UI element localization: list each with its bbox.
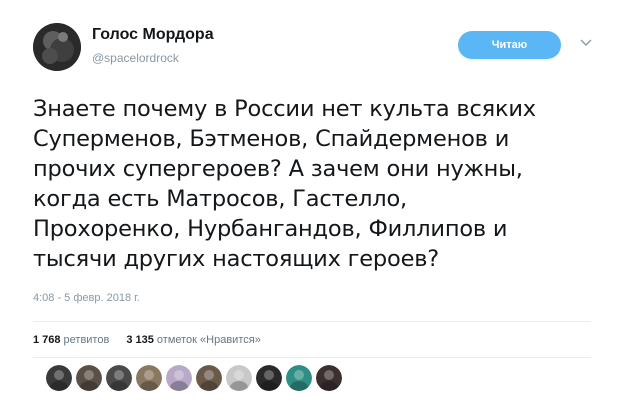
liker-avatar-icon[interactable] xyxy=(226,365,252,391)
liker-avatar-icon[interactable] xyxy=(256,365,282,391)
chevron-down-icon[interactable] xyxy=(580,38,592,48)
avatar-photo-icon xyxy=(33,23,81,71)
divider xyxy=(33,321,591,322)
liker-avatar-icon[interactable] xyxy=(286,365,312,391)
retweets-count[interactable]: 1 768 xyxy=(33,334,61,346)
tweet-stats: 1 768 ретвитов 3 135 отметок «Нравится» xyxy=(33,334,275,346)
likes-count[interactable]: 3 135 xyxy=(126,334,154,346)
tweet-text-line: тысячи других настоящих героев? xyxy=(33,246,440,272)
author-avatar[interactable] xyxy=(33,23,81,71)
retweets-label[interactable]: ретвитов xyxy=(64,334,110,346)
likers-avatars-row xyxy=(46,365,342,391)
tweet-text-line: Суперменов, Бэтменов, Спайдерменов и xyxy=(33,126,510,152)
author-display-name[interactable]: Голос Мордора xyxy=(92,26,214,44)
tweet-text-line: Прохоренко, Нурбангандов, Филлипов и xyxy=(33,216,508,242)
liker-avatar-icon[interactable] xyxy=(46,365,72,391)
liker-avatar-icon[interactable] xyxy=(106,365,132,391)
tweet-card: Голос Мордора @spacelordrock Читаю Знает… xyxy=(0,0,630,405)
likes-label[interactable]: отметок «Нравится» xyxy=(157,334,261,346)
liker-avatar-icon[interactable] xyxy=(76,365,102,391)
tweet-text-line: когда есть Матросов, Гастелло, xyxy=(33,186,407,212)
divider xyxy=(33,357,591,358)
liker-avatar-icon[interactable] xyxy=(196,365,222,391)
following-button[interactable]: Читаю xyxy=(458,31,561,59)
author-handle[interactable]: @spacelordrock xyxy=(92,51,179,65)
liker-avatar-icon[interactable] xyxy=(316,365,342,391)
liker-avatar-icon[interactable] xyxy=(166,365,192,391)
tweet-text-line: Знаете почему в России нет культа всяких xyxy=(33,96,536,122)
tweet-text-line: прочих супергероев? А зачем они нужны, xyxy=(33,156,523,182)
tweet-timestamp[interactable]: 4:08 - 5 февр. 2018 г. xyxy=(33,292,140,304)
tweet-text: Знаете почему в России нет культа всяких… xyxy=(33,94,613,274)
liker-avatar-icon[interactable] xyxy=(136,365,162,391)
